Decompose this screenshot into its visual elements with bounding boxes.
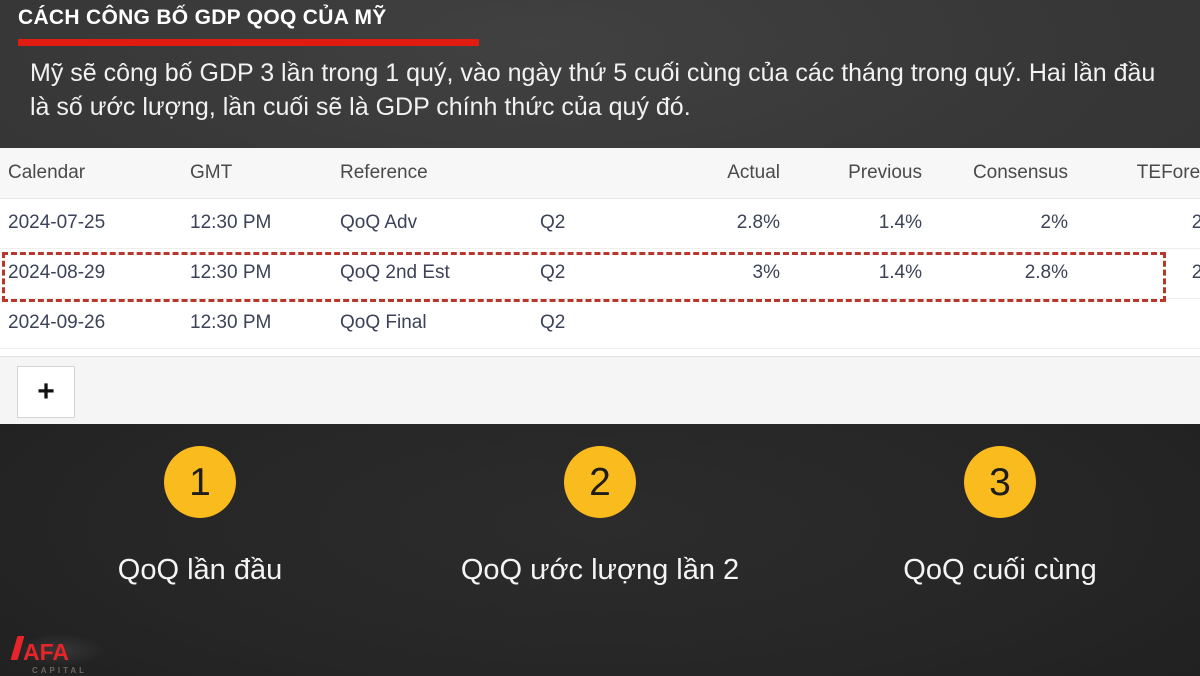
cell-actual [680,298,820,348]
table-row-highlighted[interactable]: 2024-08-29 12:30 PM QoQ 2nd Est Q2 3% 1.… [0,248,1200,298]
table-header: Calendar GMT Reference Actual Previous C… [0,148,1200,199]
cell-gmt: 12:30 PM [190,312,272,333]
column-header-calendar[interactable]: Calendar [0,148,190,199]
cell-reference-quarter: Q2 [540,212,566,233]
cell-reference-quarter: Q2 [540,262,566,283]
column-header-gmt[interactable]: GMT [190,148,340,199]
table-footer-bar: + [0,356,1200,424]
column-header-teforecast[interactable]: TEForecast [1110,148,1200,199]
steps-list: 1 QoQ lần đầu 2 QoQ ước lượng lần 2 3 Qo… [0,424,1200,676]
step-item-2: 2 QoQ ước lượng lần 2 [400,424,800,676]
step-number-badge: 1 [164,446,236,518]
cell-gmt: 12:30 PM [190,212,272,233]
cell-teforecast: 2.5% [1191,212,1200,233]
cell-previous: 1.4% [878,212,922,233]
cell-calendar: 2024-07-25 [8,212,106,233]
cell-previous: 1.4% [878,262,922,283]
table-body: 2024-07-25 12:30 PM QoQ Adv Q2 2.8% 1.4%… [0,198,1200,348]
table-header-row: Calendar GMT Reference Actual Previous C… [0,148,1200,199]
column-header-reference-quarter[interactable] [540,148,680,199]
cell-reference: QoQ Adv [340,212,418,233]
cell-consensus: 2% [1040,212,1068,233]
cell-teforecast [1110,298,1200,348]
logo-mark: AFA CAPITAL [8,636,84,675]
cell-actual: 3% [752,262,780,283]
column-header-consensus[interactable]: Consensus [960,148,1110,199]
cell-reference-quarter: Q2 [540,312,566,333]
table-row[interactable]: 2024-07-25 12:30 PM QoQ Adv Q2 2.8% 1.4%… [0,198,1200,248]
intro-paragraph: Mỹ sẽ công bố GDP 3 lần trong 1 quý, vào… [30,59,1156,121]
cell-teforecast: 2.8% [1191,262,1200,283]
cell-calendar: 2024-08-29 [8,262,106,283]
cell-previous [820,298,960,348]
afa-capital-logo: AFA CAPITAL [8,630,112,675]
cell-actual: 2.8% [736,212,780,233]
expand-table-button[interactable]: + [17,366,75,418]
cell-reference: QoQ Final [340,312,427,333]
cell-gmt: 12:30 PM [190,262,272,283]
step-label: QoQ cuối cùng [903,554,1097,586]
steps-section: 1 QoQ lần đầu 2 QoQ ước lượng lần 2 3 Qo… [0,424,1200,676]
title-underline-rule [18,39,479,46]
step-number-badge: 3 [964,446,1036,518]
cell-reference: QoQ 2nd Est [340,262,450,283]
step-item-3: 3 QoQ cuối cùng [800,424,1200,676]
logo-subtitle: CAPITAL [32,666,88,675]
page-title: CÁCH CÔNG BỐ GDP QOQ CỦA MỸ [18,6,387,29]
table-row[interactable]: 2024-09-26 12:30 PM QoQ Final Q2 [0,298,1200,348]
column-header-reference[interactable]: Reference [340,148,540,199]
cell-consensus [960,298,1110,348]
cell-consensus: 2.8% [1024,262,1068,283]
cell-calendar: 2024-09-26 [8,312,106,333]
column-header-previous[interactable]: Previous [820,148,960,199]
step-label: QoQ ước lượng lần 2 [460,554,740,586]
step-number-badge: 2 [564,446,636,518]
logo-text: AFA [23,639,69,665]
step-label: QoQ lần đầu [117,554,283,586]
economic-calendar-table: Calendar GMT Reference Actual Previous C… [0,148,1200,349]
slide-root: CÁCH CÔNG BỐ GDP QOQ CỦA MỸ Mỹ sẽ công b… [0,0,1200,676]
header-section: CÁCH CÔNG BỐ GDP QOQ CỦA MỸ Mỹ sẽ công b… [0,0,1200,148]
column-header-actual[interactable]: Actual [680,148,820,199]
